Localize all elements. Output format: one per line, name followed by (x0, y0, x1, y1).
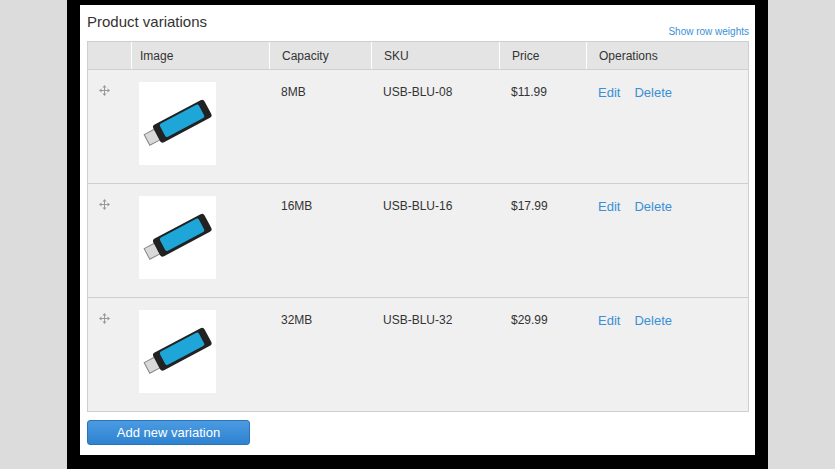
add-variation-button[interactable]: Add new variation (87, 420, 250, 445)
sku-cell: USB-BLU-16 (371, 184, 499, 297)
operations-cell: Edit Delete (586, 184, 748, 297)
price-cell: $29.99 (499, 298, 586, 411)
screen: Product variations Show row weights Imag… (0, 0, 835, 469)
panel: Product variations Show row weights Imag… (80, 5, 755, 455)
operations-cell: Edit Delete (586, 70, 748, 183)
drag-handle-icon[interactable] (99, 313, 110, 324)
capacity-cell: 16MB (269, 184, 371, 297)
sku-cell: USB-BLU-32 (371, 298, 499, 411)
usb-drive-icon (139, 82, 216, 165)
operations-cell: Edit Delete (586, 298, 748, 411)
drag-handle-icon[interactable] (99, 85, 110, 96)
header-cell: Operations (586, 42, 748, 69)
usb-drive-icon (139, 310, 216, 393)
frame: Product variations Show row weights Imag… (67, 0, 768, 469)
table-header: ImageCapacitySKUPriceOperations (88, 42, 748, 69)
operation-link[interactable]: Edit (598, 85, 620, 100)
variations-table: ImageCapacitySKUPriceOperations 8MB USB-… (87, 41, 749, 412)
capacity-cell: 32MB (269, 298, 371, 411)
section-header: Product variations Show row weights (87, 5, 749, 41)
table-row: 16MB USB-BLU-16 $17.99 Edit Delete (88, 183, 748, 297)
product-image (139, 310, 216, 393)
capacity-cell: 8MB (269, 70, 371, 183)
operation-link[interactable]: Delete (634, 85, 672, 100)
operation-link[interactable]: Delete (634, 313, 672, 328)
row-weights-link[interactable]: Show row weights (668, 26, 749, 41)
image-cell (131, 70, 269, 183)
operation-link[interactable]: Edit (598, 199, 620, 214)
operation-link[interactable]: Edit (598, 313, 620, 328)
header-cell: SKU (371, 42, 499, 69)
header-cell: Price (499, 42, 586, 69)
drag-handle-icon[interactable] (99, 199, 110, 210)
product-image (139, 196, 216, 279)
usb-drive-icon (139, 196, 216, 279)
section-title: Product variations (87, 13, 207, 41)
drag-handle[interactable] (88, 298, 131, 411)
product-image (139, 82, 216, 165)
price-cell: $11.99 (499, 70, 586, 183)
sku-cell: USB-BLU-08 (371, 70, 499, 183)
price-cell: $17.99 (499, 184, 586, 297)
table-row: 32MB USB-BLU-32 $29.99 Edit Delete (88, 297, 748, 411)
header-cell: Image (131, 42, 269, 69)
drag-handle[interactable] (88, 184, 131, 297)
operation-link[interactable]: Delete (634, 199, 672, 214)
drag-handle[interactable] (88, 70, 131, 183)
image-cell (131, 298, 269, 411)
header-cell: Capacity (269, 42, 371, 69)
header-cell (88, 42, 131, 69)
image-cell (131, 184, 269, 297)
table-row: 8MB USB-BLU-08 $11.99 Edit Delete (88, 69, 748, 183)
